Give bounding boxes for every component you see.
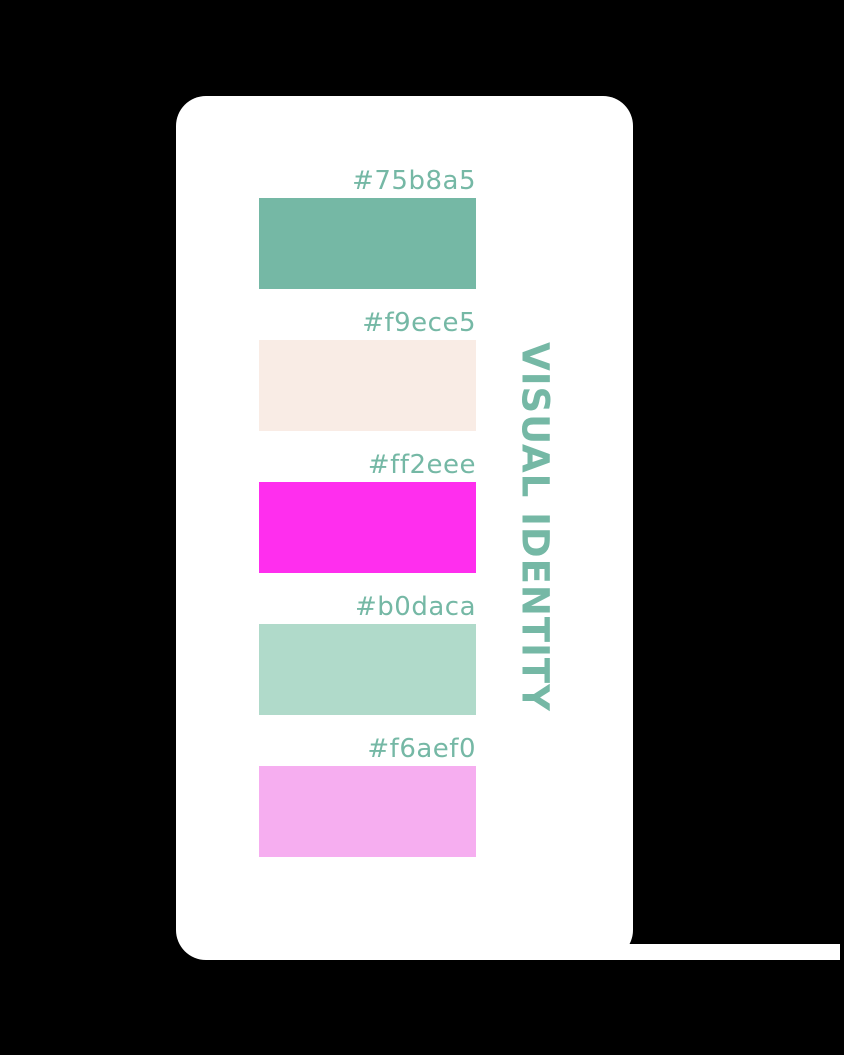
swatch-1	[259, 198, 476, 289]
swatch-label-3: #ff2eee	[367, 450, 476, 480]
swatch-4	[259, 624, 476, 715]
swatch-label-2: #f9ece5	[362, 308, 476, 338]
swatch-5	[259, 766, 476, 857]
swatch-label-4: #b0daca	[355, 592, 476, 622]
swatch-3	[259, 482, 476, 573]
swatch-2	[259, 340, 476, 431]
swatch-label-5: #f6aef0	[367, 734, 476, 764]
card-tail-strip	[600, 944, 840, 960]
visual-identity-title: VISUAL IDENTITY	[513, 342, 557, 712]
swatch-label-1: #75b8a5	[352, 166, 476, 196]
